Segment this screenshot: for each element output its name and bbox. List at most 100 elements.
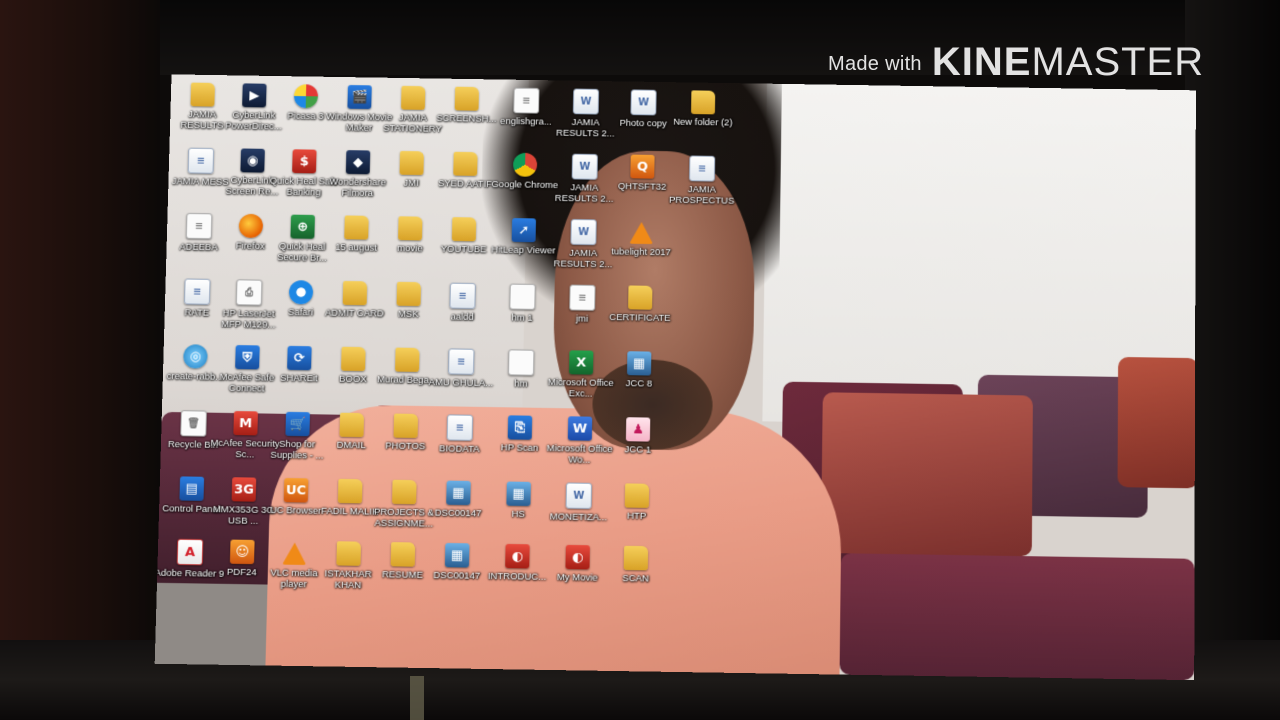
watermark-brand-bold: KINE: [931, 40, 1032, 84]
recycle-bin-icon: 🗑: [180, 410, 207, 437]
word-icon: W: [567, 416, 593, 441]
desktop-icon[interactable]: ▦ HS: [486, 477, 552, 544]
desktop-icon[interactable]: ▦ DSC00147: [424, 539, 490, 607]
document-icon: ≡: [446, 414, 474, 441]
adobe-reader-icon: A: [176, 538, 204, 566]
filmora-icon: ◆: [345, 150, 371, 175]
cyberlink-screen-recorder-icon: ◉: [240, 148, 265, 173]
hp-scan-icon: ⎘: [507, 415, 533, 440]
desktop-icon[interactable]: SYED AATIF: [433, 148, 498, 214]
desktop-icon[interactable]: ⎘ HP Scan: [487, 411, 552, 478]
printer-icon: ⎙: [235, 279, 263, 306]
desktop-icon[interactable]: ▦ DSC00147: [425, 476, 491, 543]
desktop-screen: JAMIA RESULTS ▶ CyberLink PowerDirec... Pic…: [154, 74, 1196, 681]
desktop-icon-label: New folder (2): [673, 116, 733, 129]
pdf-file-icon: ♟: [625, 417, 651, 442]
desktop-icon[interactable]: SCAN: [603, 541, 668, 609]
quick-heal-browser-icon: ⊕: [290, 214, 315, 239]
desktop-icon[interactable]: Google Chrome: [491, 148, 558, 214]
folder-icon: [395, 347, 420, 372]
video-file-icon: ◐: [565, 544, 590, 570]
mcafee-safe-connect-icon: ⛨: [235, 345, 260, 370]
desktop-icon[interactable]: hm: [488, 345, 553, 412]
folder-icon: [628, 285, 653, 310]
desktop-icon[interactable]: ≡ aaldd: [430, 278, 495, 345]
desktop-icon-label: CERTIFICATE: [609, 312, 671, 324]
folder-icon: [190, 82, 215, 107]
cyberlink-powerdirector-icon: ▶: [242, 83, 267, 108]
vlc-icon: [629, 221, 654, 245]
monitor-stand: [410, 676, 424, 720]
folder-icon: [390, 542, 416, 567]
desktop-icon-label: SCAN: [622, 572, 649, 585]
desktop-icon[interactable]: ➚ HitLeap Viewer: [491, 214, 556, 281]
control-panel-icon: ▤: [179, 476, 205, 501]
hitleap-icon: ➚: [511, 218, 537, 243]
desktop-icon-label: JCC 8: [625, 378, 653, 390]
desktop-icon[interactable]: YOUTUBE: [431, 213, 496, 280]
safari-icon: [288, 280, 314, 305]
desktop-icon[interactable]: ♟ JCC 1: [605, 413, 670, 480]
folder-icon: [624, 483, 650, 508]
monitor-bezel-right: [1185, 0, 1280, 720]
document-icon: ≡: [447, 348, 475, 375]
word-document-icon: W: [571, 153, 598, 180]
document-icon: ≡: [449, 282, 476, 309]
quick-heal-icon: $: [292, 149, 317, 174]
folder-icon: [336, 541, 362, 566]
text-file-icon: [509, 283, 536, 310]
image-file-icon: ▦: [446, 480, 471, 506]
desktop-icon-label: HTP: [627, 510, 647, 522]
folder-icon: [399, 150, 424, 176]
watermark-brand-light: MASTER: [1031, 40, 1205, 84]
text-file-icon: ≡: [513, 87, 540, 114]
desktop-icon[interactable]: ▦ JCC 8: [606, 347, 671, 414]
desktop-icon[interactable]: SCREENSH...: [434, 82, 499, 148]
excel-icon: X: [568, 350, 594, 375]
desktop-icon-label: tubelight 2017: [611, 246, 671, 259]
folder-icon: [396, 281, 422, 307]
desktop-icon[interactable]: W Photo copy: [611, 85, 676, 151]
desktop-icon[interactable]: CERTIFICATE: [607, 281, 672, 348]
folder-icon: [342, 280, 368, 306]
firefox-icon: [238, 213, 264, 238]
shareit-icon: ⟳: [287, 345, 312, 371]
image-file-icon: ▦: [626, 351, 652, 376]
movie-maker-icon: 🎬: [347, 85, 372, 110]
image-file-icon: ▦: [444, 542, 470, 568]
word-document-icon: W: [630, 89, 657, 116]
desktop-icon-label: JAMIA PROSPECTUS: [668, 184, 735, 207]
desktop-icon-label: JCC 1: [624, 444, 652, 456]
folder-icon: [344, 215, 369, 240]
desktop-icon[interactable]: hm 1: [490, 279, 555, 346]
image-file-icon: ▦: [506, 481, 531, 507]
desktop-icon[interactable]: ≡ AMU GHULA...: [428, 344, 493, 411]
desktop-icon[interactable]: ≡ BIODATA: [427, 410, 492, 477]
desktop-icon[interactable]: ≡ englishgra...: [494, 83, 559, 149]
desktop-icon[interactable]: New folder (2): [671, 86, 736, 152]
folder-icon: [691, 90, 716, 115]
chrome-icon: [512, 152, 538, 177]
picasa-icon: [293, 84, 319, 109]
desktop-icon[interactable]: Q QHTSFT32: [610, 150, 675, 216]
background-wall: [0, 0, 160, 720]
word-document-icon: W: [570, 218, 597, 246]
folder-icon: [341, 346, 366, 372]
word-document-icon: W: [565, 482, 593, 510]
text-file-icon: ≡: [569, 284, 596, 311]
folder-icon: [401, 85, 426, 110]
quick-heal-tool-icon: Q: [630, 154, 655, 179]
folder-icon: [454, 86, 479, 111]
desktop-icon[interactable]: ◐ INTRODUC...: [484, 540, 550, 608]
hp-shop-icon: 🛒: [285, 411, 311, 437]
folder-icon: [398, 216, 423, 241]
settings-file-icon: ◎: [183, 344, 208, 369]
desktop-icon[interactable]: ≡ JAMIA PROSPECTUS: [669, 151, 734, 217]
document-icon: ≡: [187, 147, 215, 174]
word-document-icon: W: [572, 88, 600, 115]
desktop-icon[interactable]: HTP: [604, 479, 669, 546]
pdf24-icon: ☺: [229, 539, 255, 565]
desktop-icon[interactable]: tubelight 2017: [609, 216, 674, 283]
folder-icon: [451, 217, 477, 242]
document-icon: ≡: [689, 155, 716, 182]
